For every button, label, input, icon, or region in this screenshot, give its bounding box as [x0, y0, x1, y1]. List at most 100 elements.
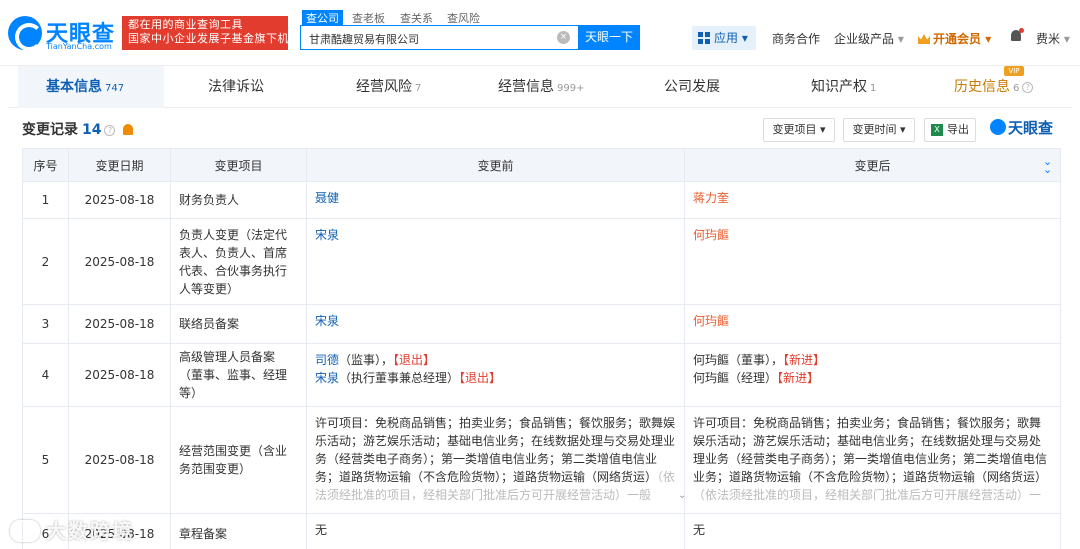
- search-tab-company[interactable]: 查公司: [302, 10, 343, 26]
- row-before: 宋泉: [306, 304, 685, 344]
- row-before: 无: [306, 513, 685, 549]
- bell-icon[interactable]: [123, 124, 134, 135]
- row-no: 3: [22, 304, 69, 344]
- nav-vip-link[interactable]: 开通会员 ▾: [918, 30, 991, 47]
- tab-label: 经营风险: [356, 79, 412, 95]
- row-item: 章程备案: [170, 513, 307, 549]
- bell-icon[interactable]: [1010, 28, 1024, 44]
- row-after: 何玙饇（董事），【新进】 何玙饇（经理）【新进】: [684, 343, 1061, 407]
- watermark-logo: [10, 520, 40, 542]
- col-after: 变更后: [684, 148, 1061, 182]
- row-after: 许可项目：免税商品销售；拍卖业务；食品销售；餐饮服务；歌舞娱乐活动；游艺娱乐活动…: [684, 406, 1061, 514]
- export-button[interactable]: X 导出: [924, 118, 976, 142]
- top-header: 天眼查 TianYanCha.com 都在用的商业查询工具 国家中小企业发展子基…: [0, 0, 1080, 66]
- search-button[interactable]: 天眼一下: [578, 25, 640, 50]
- help-icon[interactable]: ?: [104, 125, 116, 136]
- user-name: 费米: [1036, 32, 1061, 46]
- tab-ip[interactable]: 知识产权 1: [811, 76, 876, 96]
- help-icon[interactable]: ?: [1022, 82, 1034, 93]
- col-date: 变更日期: [68, 148, 171, 182]
- person-link[interactable]: 宋泉: [315, 228, 339, 242]
- row-no: 2: [22, 218, 69, 305]
- scope-text: 许可项目：免税商品销售；拍卖业务；食品销售；餐饮服务；歌舞娱乐活动；游艺娱乐活动…: [693, 416, 1048, 484]
- person-name: 何玙饇: [693, 371, 730, 385]
- section-title: 变更记录 14?: [22, 119, 134, 139]
- nav-business-link[interactable]: 商务合作: [772, 30, 820, 47]
- status-tag: 【新进】: [783, 353, 826, 367]
- slogan-line2: 国家中小企业发展子基金旗下机构: [128, 32, 301, 45]
- logo-icon: [990, 119, 1006, 135]
- table-row: 5 2025-08-18 经营范围变更（含业务范围变更） 许可项目：免税商品销售…: [22, 406, 1061, 514]
- row-date: 2025-08-18: [68, 406, 171, 514]
- export-label: 导出: [947, 123, 969, 136]
- scope-text-faded: （依法须经批准的项目，经相关部门批准后方可开展经营活动）一般: [693, 488, 1042, 502]
- person-link[interactable]: 司德: [315, 353, 339, 367]
- tab-history[interactable]: 历史信息 6?: [954, 76, 1034, 96]
- search-tab-boss[interactable]: 查老板: [352, 10, 385, 26]
- person-entry: 何玙饇（董事），【新进】: [693, 351, 1052, 369]
- tab-label: 基本信息: [46, 79, 102, 95]
- tab-operation-info[interactable]: 经营信息 999+: [498, 76, 584, 96]
- logo-icon: [8, 16, 43, 51]
- tianyancha-logo[interactable]: 天眼查 TianYanCha.com: [8, 14, 116, 54]
- section-title-text: 变更记录: [22, 122, 78, 138]
- tab-label: 经营信息: [498, 79, 554, 95]
- filter-label: 变更项目: [772, 123, 817, 136]
- table-header-row: 序号 变更日期 变更项目 变更前 变更后: [22, 148, 1061, 182]
- clear-icon[interactable]: ×: [557, 31, 570, 44]
- nav-vip-label: 开通会员: [933, 32, 982, 46]
- logo-subtext: TianYanCha.com: [46, 42, 112, 51]
- search-tab-relation[interactable]: 查关系: [400, 10, 433, 26]
- person-link[interactable]: 宋泉: [315, 314, 339, 328]
- grid-icon: [698, 32, 710, 44]
- nav-enterprise-label: 企业级产品: [834, 32, 895, 46]
- tab-operation-risk[interactable]: 经营风险 7: [356, 76, 421, 96]
- row-after: 何玙饇: [684, 304, 1061, 344]
- slogan-banner[interactable]: 都在用的商业查询工具 国家中小企业发展子基金旗下机构: [122, 16, 301, 50]
- filter-change-item-dropdown[interactable]: 变更项目 ▾: [763, 118, 835, 142]
- col-item: 变更项目: [170, 148, 307, 182]
- person-entry: 司德（监事），【退出】: [315, 351, 676, 369]
- tab-count: 999+: [557, 83, 585, 94]
- row-before: 司德（监事），【退出】 宋泉（执行董事兼总经理）【退出】: [306, 343, 685, 407]
- filter-change-time-dropdown[interactable]: 变更时间 ▾: [843, 118, 915, 142]
- table-row: 2 2025-08-18 负责人变更（法定代表人、负责人、首席代表、合伙事务执行…: [22, 218, 1061, 305]
- tab-development[interactable]: 公司发展: [664, 76, 720, 96]
- person-entry: 何玙饇（经理）【新进】: [693, 369, 1052, 387]
- table-row: 4 2025-08-18 高级管理人员备案（董事、监事、经理等） 司德（监事），…: [22, 343, 1061, 407]
- row-after: 无: [684, 513, 1061, 549]
- filter-label: 变更时间: [852, 123, 897, 136]
- person-role: （监事），: [339, 353, 394, 367]
- person-link[interactable]: 聂健: [315, 191, 339, 205]
- tab-label: 历史信息: [954, 79, 1010, 95]
- row-before: 聂健: [306, 181, 685, 219]
- person-link[interactable]: 何玙饇: [693, 314, 729, 328]
- table-row: 3 2025-08-18 联络员备案 宋泉 何玙饇: [22, 304, 1061, 344]
- nav-enterprise-link[interactable]: 企业级产品 ▾: [834, 30, 904, 47]
- person-name: 何玙饇: [693, 353, 730, 367]
- expand-scope-icon[interactable]: ⌄: [678, 490, 686, 501]
- tab-legal[interactable]: 法律诉讼: [208, 76, 264, 96]
- person-link[interactable]: 何玙饇: [693, 228, 729, 242]
- row-after: 何玙饇: [684, 218, 1061, 305]
- row-date: 2025-08-18: [68, 181, 171, 219]
- expand-all-icon[interactable]: ⌄ ⌄: [1043, 156, 1055, 175]
- excel-icon: X: [931, 124, 943, 136]
- search-input[interactable]: 甘肃酷趣贸易有限公司: [300, 25, 578, 50]
- watermark-text: 大数跨境: [46, 519, 134, 543]
- person-link[interactable]: 宋泉: [315, 371, 339, 385]
- search-tab-risk[interactable]: 查风险: [447, 10, 480, 26]
- col-no: 序号: [22, 148, 69, 182]
- tab-basic-info[interactable]: 基本信息 747: [46, 76, 124, 96]
- row-item: 财务负责人: [170, 181, 307, 219]
- tab-label: 法律诉讼: [208, 79, 264, 95]
- user-menu[interactable]: 费米 ▾: [1036, 30, 1070, 47]
- row-item: 高级管理人员备案（董事、监事、经理等）: [170, 343, 307, 407]
- nav-app-button[interactable]: 应用 ▾: [692, 26, 756, 50]
- watermark: 大数跨境: [10, 515, 134, 544]
- scope-text: 许可项目：免税商品销售；拍卖业务；食品销售；餐饮服务；歌舞娱乐活动；游艺娱乐活动…: [315, 416, 676, 484]
- status-tag: 【退出】: [459, 371, 502, 385]
- table-row: 6 2025-08-18 章程备案 无 无: [22, 513, 1061, 549]
- person-role: （经理）: [729, 371, 778, 385]
- person-link[interactable]: 蒋力奎: [693, 191, 729, 205]
